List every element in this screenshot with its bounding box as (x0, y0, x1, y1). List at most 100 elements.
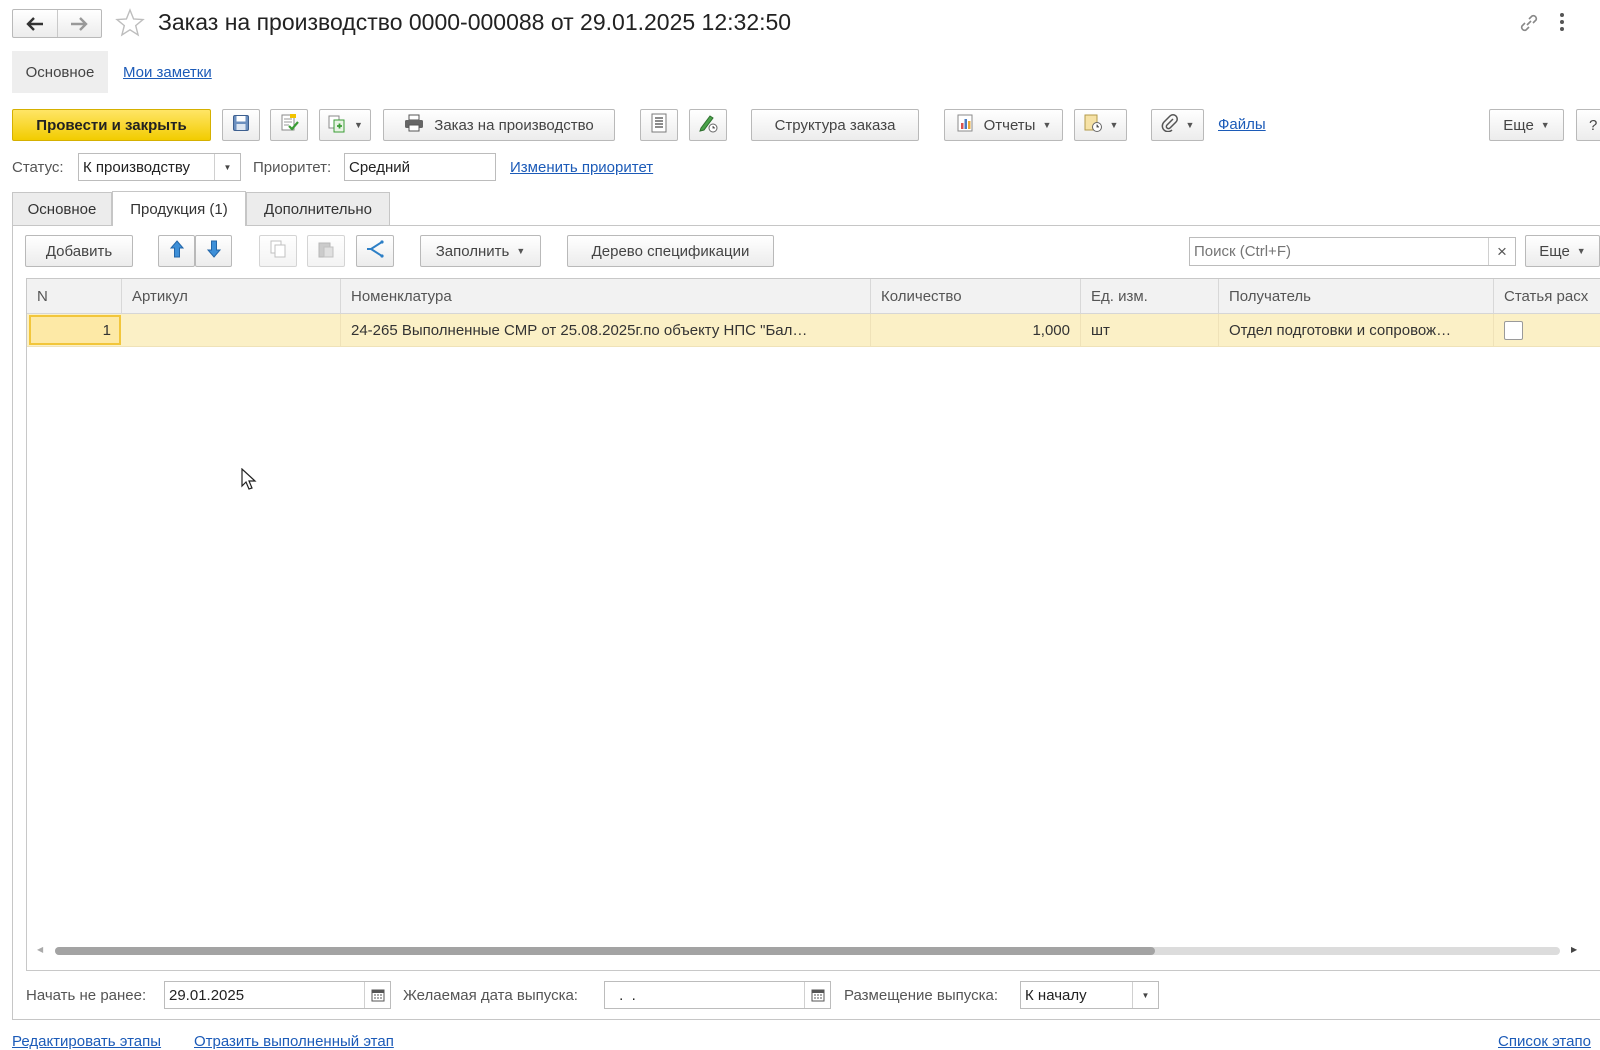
paste-icon (318, 240, 334, 262)
desired-date-label: Желаемая дата выпуска: (403, 987, 578, 1004)
scroll-left-icon[interactable]: ◀ (37, 945, 43, 954)
cell-expense-item[interactable] (1494, 314, 1600, 346)
calendar-icon[interactable] (364, 982, 390, 1008)
link-icon[interactable] (1518, 12, 1540, 38)
add-row-label: Добавить (45, 242, 113, 260)
back-arrow-icon[interactable] (13, 10, 58, 37)
paste-rows-button[interactable] (307, 235, 345, 267)
save-button[interactable] (222, 109, 260, 141)
help-button[interactable]: ? (1576, 109, 1600, 141)
priority-label: Приоритет: (253, 159, 332, 176)
cell-quantity[interactable]: 1,000 (871, 314, 1081, 346)
desired-date-field[interactable]: . . (604, 981, 831, 1009)
nav-buttons-group (12, 9, 102, 38)
change-priority-link[interactable]: Изменить приоритет (510, 159, 653, 176)
reports-label: Отчеты (983, 116, 1036, 134)
post-document-icon (279, 113, 299, 137)
table-more-button[interactable]: Еще ▼ (1525, 235, 1600, 267)
move-up-button[interactable] (158, 235, 195, 267)
cell-unit[interactable]: шт (1081, 314, 1219, 346)
copy-rows-button[interactable] (259, 235, 297, 267)
column-header-quantity[interactable]: Количество (871, 279, 1081, 313)
output-placement-select[interactable]: К началу ▼ (1020, 981, 1159, 1009)
document-journal-button[interactable] (640, 109, 678, 141)
priority-field: Средний (344, 153, 496, 181)
post-button[interactable] (270, 109, 308, 141)
column-header-recipient[interactable]: Получатель (1219, 279, 1494, 313)
search-input-box[interactable] (1194, 243, 1484, 260)
scroll-right-icon[interactable]: ▶ (1571, 945, 1577, 954)
column-header-unit[interactable]: Ед. изм. (1081, 279, 1219, 313)
column-header-n[interactable]: N (27, 279, 122, 313)
section-nav-notes[interactable]: Мои заметки (123, 64, 212, 81)
chevron-down-icon[interactable]: ▼ (214, 154, 240, 180)
post-and-close-button[interactable]: Провести и закрыть (12, 109, 211, 141)
start-date-field[interactable]: 29.01.2025 (164, 981, 391, 1009)
record-completed-stage-link[interactable]: Отразить выполненный этап (194, 1033, 394, 1050)
table-more-label: Еще (1539, 242, 1570, 260)
column-header-nomenclature[interactable]: Номенклатура (341, 279, 871, 313)
move-down-button[interactable] (195, 235, 232, 267)
chevron-down-icon[interactable]: ▼ (1132, 982, 1158, 1008)
save-icon (232, 114, 250, 136)
print-forms-icon (1083, 113, 1103, 137)
cell-recipient[interactable]: Отдел подготовки и сопровож… (1219, 314, 1494, 346)
cell-nomenclature[interactable]: 24-265 Выполненные СМР от 25.08.2025г.по… (341, 314, 871, 346)
order-structure-label: Структура заказа (774, 116, 896, 134)
create-based-on-button[interactable]: ▼ (319, 109, 371, 141)
cell-n[interactable]: 1 (29, 315, 121, 345)
desired-date-value: . . (615, 986, 636, 1004)
edit-button[interactable] (689, 109, 727, 141)
attachments-button[interactable]: ▼ (1151, 109, 1204, 141)
table-row[interactable]: 1 24-265 Выполненные СМР от 25.08.2025г.… (27, 314, 1600, 347)
post-and-close-label: Провести и закрыть (36, 116, 187, 134)
tab-additional[interactable]: Дополнительно (246, 192, 390, 225)
clear-search-icon[interactable]: × (1488, 238, 1515, 265)
files-link[interactable]: Файлы (1218, 116, 1266, 133)
print-order-label: Заказ на производство (434, 116, 594, 134)
status-select[interactable]: К производству ▼ (78, 153, 241, 181)
list-document-icon (651, 113, 667, 137)
fill-button[interactable]: Заполнить ▼ (420, 235, 541, 267)
reports-icon (956, 113, 976, 137)
spec-tree-button[interactable]: Дерево спецификации (567, 235, 774, 267)
section-nav-main[interactable]: Основное (12, 51, 108, 93)
fill-label: Заполнить (435, 242, 510, 260)
arrow-down-icon (206, 240, 221, 262)
column-header-article[interactable]: Артикул (122, 279, 341, 313)
horizontal-scrollbar[interactable]: ◀ ▶ (27, 941, 1600, 961)
tab-products-label: Продукция (1) (130, 200, 228, 218)
table-header: N Артикул Номенклатура Количество Ед. из… (27, 279, 1600, 314)
tab-additional-label: Дополнительно (264, 200, 372, 218)
calendar-icon[interactable] (804, 982, 830, 1008)
print-forms-button[interactable]: ▼ (1074, 109, 1127, 141)
expense-item-checkbox[interactable] (1504, 320, 1523, 340)
tab-main-label: Основное (27, 200, 97, 218)
cell-article[interactable] (122, 314, 341, 346)
kebab-menu-icon[interactable] (1560, 13, 1566, 31)
products-table: N Артикул Номенклатура Количество Ед. из… (26, 278, 1600, 971)
help-label: ? (1589, 116, 1598, 134)
scrollbar-thumb[interactable] (55, 947, 1155, 955)
start-not-earlier-label: Начать не ранее: (26, 987, 147, 1004)
spec-tree-label: Дерево спецификации (591, 242, 750, 260)
status-value: К производству (83, 158, 191, 176)
tab-main[interactable]: Основное (12, 192, 112, 225)
column-header-expense-item[interactable]: Статья расх (1494, 279, 1600, 313)
favorite-star-icon[interactable] (115, 8, 145, 42)
reports-button[interactable]: Отчеты ▼ (944, 109, 1063, 141)
print-order-button[interactable]: Заказ на производство (383, 109, 615, 141)
tab-products[interactable]: Продукция (1) (112, 191, 246, 226)
more-actions-label: Еще (1503, 116, 1534, 134)
forward-arrow-icon[interactable] (58, 10, 102, 37)
search-input[interactable]: × (1189, 237, 1516, 266)
edit-stages-link[interactable]: Редактировать этапы (12, 1033, 161, 1050)
arrow-up-icon (169, 240, 184, 262)
add-row-button[interactable]: Добавить (25, 235, 133, 267)
mouse-cursor-icon (241, 467, 257, 496)
copy-icon (270, 240, 286, 262)
split-row-button[interactable] (356, 235, 394, 267)
order-structure-button[interactable]: Структура заказа (751, 109, 919, 141)
more-actions-button[interactable]: Еще ▼ (1489, 109, 1564, 141)
stage-list-link[interactable]: Список этапо (1498, 1033, 1591, 1050)
